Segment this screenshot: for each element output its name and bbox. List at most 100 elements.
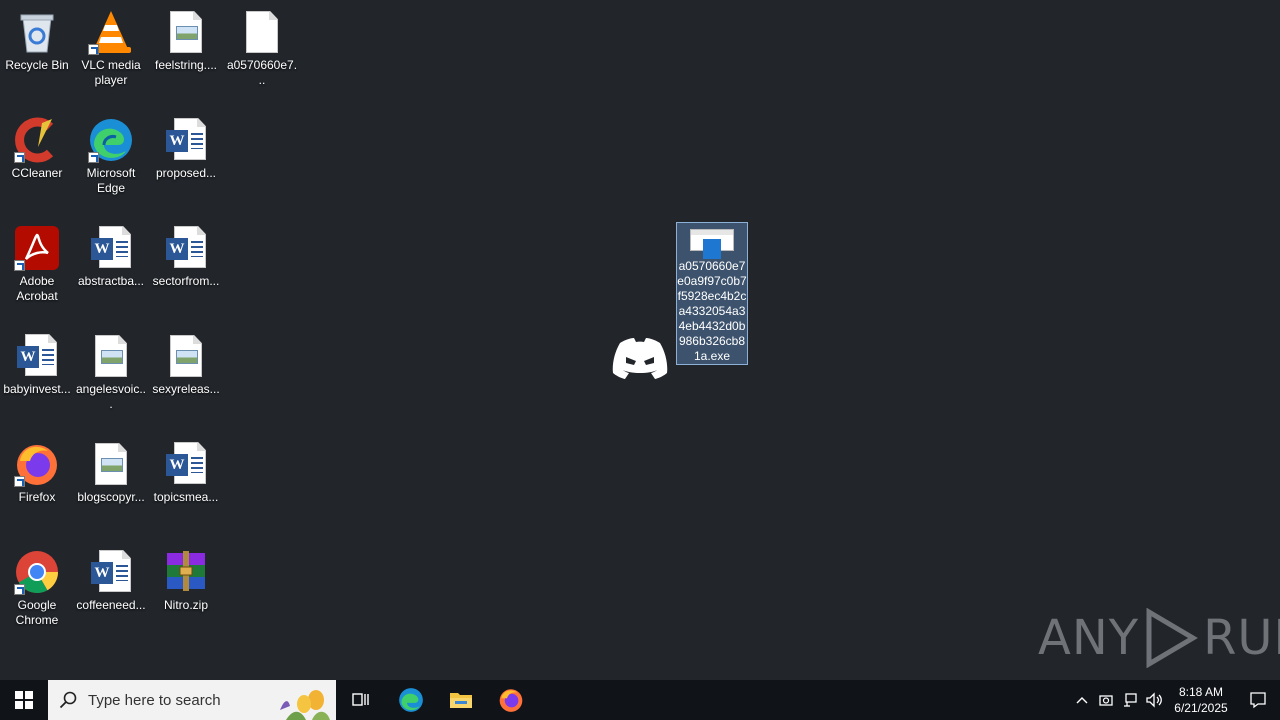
desktop-icon-label: CCleaner [11,166,63,180]
desktop-icon-label: VLC media player [81,58,141,87]
desktop-icon-label: Firefox [18,490,56,504]
shortcut-arrow-icon [14,476,25,487]
shortcut-arrow-icon [14,152,25,163]
desktop-icon-microsoft-edge[interactable]: Microsoft Edge [75,116,147,196]
desktop-icon-label: angelesvoic... [75,382,147,411]
watermark-text-left: ANY [1038,610,1140,666]
network-icon [1124,693,1137,707]
adobe-acrobat-icon [13,224,61,272]
desktop-icon-label: sectorfrom... [152,274,220,288]
firefox-icon [13,440,61,488]
tray-volume-button[interactable] [1142,680,1166,720]
word-document-icon: W [87,224,135,272]
notification-icon [1250,692,1266,709]
edge-icon [87,116,135,164]
camera-icon [1099,695,1113,706]
desktop-icon-vlc[interactable]: VLC media player [75,8,147,88]
ccleaner-icon [13,116,61,164]
taskbar-file-explorer-button[interactable] [436,680,486,720]
desktop-icon-label: Google Chrome [15,598,59,627]
desktop-icon-label: Nitro.zip [163,598,208,612]
speaker-icon [1146,692,1162,708]
system-tray: 8:18 AM 6/21/2025 [1070,680,1280,720]
shortcut-arrow-icon [14,260,25,271]
vlc-cone-icon [87,8,135,56]
shortcut-arrow-icon [14,584,25,595]
desktop-icon-abstractba[interactable]: W abstractba... [75,224,147,289]
desktop-icon-adobe-acrobat[interactable]: Adobe Acrobat [1,224,73,304]
taskbar-edge-button[interactable] [386,680,436,720]
word-document-icon: W [87,548,135,596]
desktop-icon-babyinvest[interactable]: W babyinvest... [1,332,73,397]
desktop-icon-label: Recycle Bin [5,58,69,72]
desktop-icon-label: Adobe Acrobat [16,274,58,303]
search-highlight-flowers-icon [280,690,330,720]
image-document-icon [87,440,135,488]
taskbar-firefox-button[interactable] [486,680,536,720]
desktop-icon-feelstring[interactable]: feelstring.... [150,8,222,73]
desktop-icon-label: Microsoft Edge [86,166,136,195]
desktop-icon-label: babyinvest... [3,382,71,396]
discord-logo-icon [610,335,670,381]
tray-meet-now-button[interactable] [1094,680,1118,720]
clock-date: 6/21/2025 [1174,701,1228,715]
desktop-icon-sexyreleas[interactable]: sexyreleas... [150,332,222,397]
start-button[interactable] [0,680,48,720]
taskbar: Type here to search 8:18 AM 6/21/2025 [0,680,1280,720]
taskbar-clock[interactable]: 8:18 AM 6/21/2025 [1166,684,1236,716]
desktop-icon-label: topicsmea... [153,490,219,504]
shortcut-arrow-icon [88,44,99,55]
image-document-icon [87,332,135,380]
desktop-icon-coffeeneed[interactable]: W coffeeneed... [75,548,147,613]
anyrun-watermark: ANY RUN [1038,608,1280,668]
desktop-icon-topicsmea[interactable]: W topicsmea... [150,440,222,505]
word-document-icon: W [162,224,210,272]
folder-icon [450,693,472,708]
desktop-icon-google-chrome[interactable]: Google Chrome [1,548,73,628]
word-document-icon: W [13,332,61,380]
desktop-icon-nitro-zip[interactable]: Nitro.zip [150,548,222,613]
windows-logo-icon [15,691,33,709]
firefox-icon [499,689,523,712]
play-triangle-icon [1146,608,1198,668]
shortcut-arrow-icon [88,152,99,163]
word-document-icon: W [162,116,210,164]
desktop-icon-label: coffeeneed... [76,598,146,612]
desktop-icon-label: blogscopyr... [77,490,145,504]
task-view-icon [352,693,369,706]
desktop-icon-selected-exe[interactable]: a0570660e7e0a9f97c0b7f5928ec4b2ca4332054… [676,222,748,365]
desktop-icon-recycle-bin[interactable]: Recycle Bin [1,8,73,73]
desktop-icon-label: a0570660e7... [226,58,298,87]
watermark-text-right: RUN [1203,610,1280,666]
search-icon [48,691,88,709]
image-document-icon [162,332,210,380]
desktop-icon-proposed[interactable]: W proposed... [150,116,222,181]
desktop-icon-angelesvoic[interactable]: angelesvoic... [75,332,147,412]
desktop-icon-sectorfrom[interactable]: W sectorfrom... [150,224,222,289]
executable-icon [690,229,734,259]
action-center-button[interactable] [1236,680,1280,720]
search-placeholder: Type here to search [88,691,221,709]
word-document-icon: W [162,440,210,488]
desktop-icon-label: abstractba... [77,274,145,288]
desktop-icon-a0570660e7[interactable]: a0570660e7... [226,8,298,88]
tray-network-button[interactable] [1118,680,1142,720]
desktop[interactable]: Recycle Bin CCleaner Adobe Acrobat W bab… [0,0,1280,680]
winrar-archive-icon [162,548,210,596]
desktop-icon-label: sexyreleas... [152,382,220,396]
desktop-icon-label: feelstring.... [154,58,218,72]
taskbar-search-box[interactable]: Type here to search [48,680,336,720]
chevron-up-icon [1076,697,1088,704]
clock-time: 8:18 AM [1178,685,1224,699]
edge-icon [399,688,423,712]
image-document-icon [162,8,210,56]
task-view-button[interactable] [336,680,386,720]
desktop-icon-ccleaner[interactable]: CCleaner [1,116,73,181]
desktop-icon-label: proposed... [155,166,217,180]
desktop-icon-label: a0570660e7e0a9f97c0b7f5928ec4b2ca4332054… [677,259,747,363]
desktop-icon-firefox[interactable]: Firefox [1,440,73,505]
recycle-bin-icon [13,8,61,56]
show-hidden-icons-button[interactable] [1070,680,1094,720]
blank-document-icon [238,8,286,56]
desktop-icon-blogscopyr[interactable]: blogscopyr... [75,440,147,505]
